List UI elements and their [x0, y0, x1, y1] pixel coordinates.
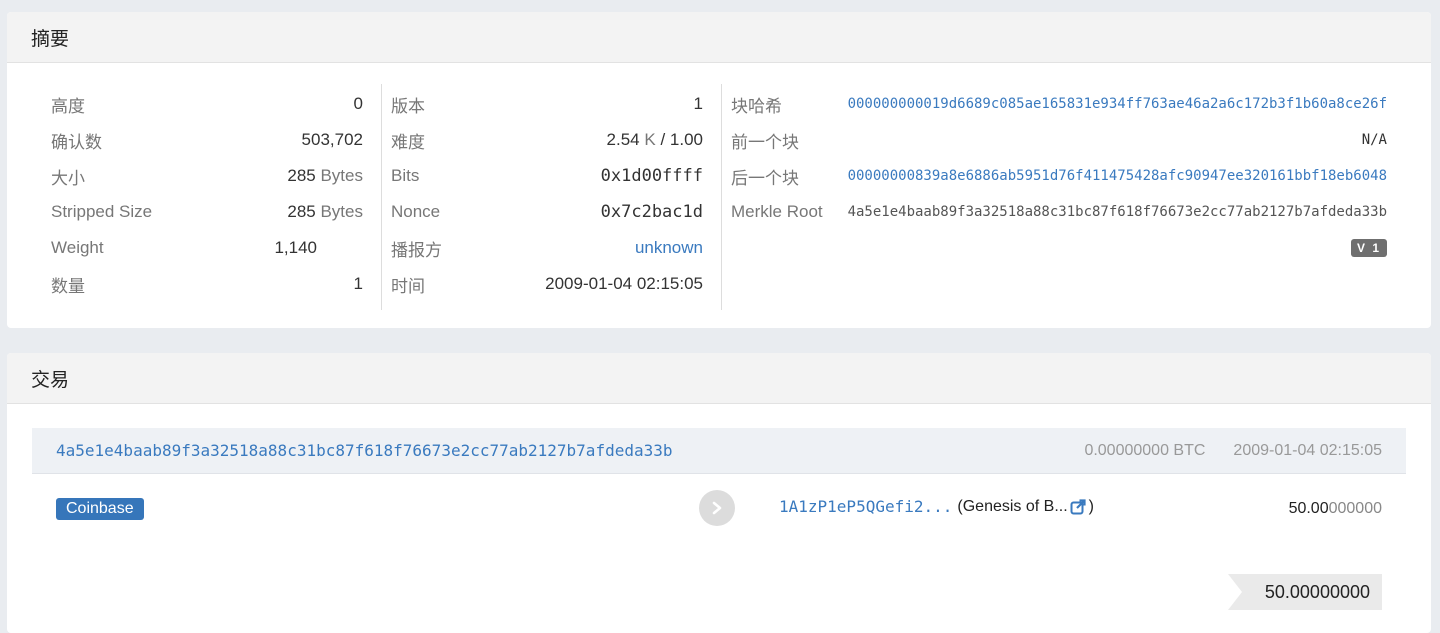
summary-panel: 摘要 高度 0 确认数 503,702 大小 285 Bytes Strippe…: [7, 12, 1431, 328]
bits-value: 0x1d00ffff: [600, 166, 703, 186]
chevron-right-icon: [699, 490, 735, 526]
difficulty-label: 难度: [391, 132, 425, 152]
next-block-label: 后一个块: [731, 168, 799, 188]
prev-block-row: 前一个块 N/A: [731, 122, 1387, 158]
confirmations-row: 确认数 503,702: [51, 122, 363, 158]
prev-block-value: N/A: [1361, 132, 1387, 148]
time-value: 2009-01-04 02:15:05: [545, 274, 703, 293]
bits-row: Bits 0x1d00ffff: [391, 158, 703, 194]
output-entry: 1A1zP1eP5QGefi2... (Genesis of B... ): [779, 497, 1094, 516]
summary-title: 摘要: [7, 12, 1431, 63]
merkle-root-value: 4a5e1e4baab89f3a32518a88c31bc87f618f7667…: [847, 204, 1387, 220]
block-hash-link[interactable]: 000000000019d6689c085ae165831e934ff763ae…: [848, 96, 1387, 112]
version-badge: V 1: [1350, 239, 1387, 257]
next-block-row: 后一个块 00000000839a8e6886ab5951d76f4114754…: [731, 158, 1387, 194]
output-address-link[interactable]: 1A1zP1eP5QGefi2...: [779, 497, 952, 516]
next-block-link[interactable]: 00000000839a8e6886ab5951d76f411475428afc…: [848, 168, 1387, 184]
transaction-header: 4a5e1e4baab89f3a32518a88c31bc87f618f7667…: [32, 428, 1406, 474]
height-label: 高度: [51, 96, 85, 116]
prev-block-label: 前一个块: [731, 132, 799, 152]
merkle-root-row: Merkle Root 4a5e1e4baab89f3a32518a88c31b…: [731, 194, 1387, 230]
summary-column-2: 版本 1 难度 2.54 K / 1.00 Bits 0x1d00ffff No…: [391, 86, 703, 302]
height-row: 高度 0: [51, 86, 363, 122]
transactions-panel: 交易 4a5e1e4baab89f3a32518a88c31bc87f618f7…: [7, 353, 1431, 633]
version-badge-row: V 1: [731, 230, 1387, 266]
time-row: 时间 2009-01-04 02:15:05: [391, 266, 703, 302]
output-tag-close: ): [1088, 497, 1094, 515]
transaction-time: 2009-01-04 02:15:05: [1233, 441, 1382, 459]
transaction-total: 50.00000000: [1228, 574, 1382, 610]
block-hash-row: 块哈希 000000000019d6689c085ae165831e934ff7…: [731, 86, 1387, 122]
output-tag: (Genesis of B...: [957, 497, 1068, 515]
output-value: 50.00000000: [1288, 500, 1382, 517]
stripped-size-label: Stripped Size: [51, 202, 153, 221]
height-value: 0: [353, 94, 363, 113]
weight-row: Weight 1,140: [51, 230, 363, 266]
transaction-hash-link[interactable]: 4a5e1e4baab89f3a32518a88c31bc87f618f7667…: [56, 441, 673, 460]
stripped-size-value: 285 Bytes: [287, 202, 363, 221]
column-divider: [381, 84, 382, 310]
coinbase-badge: Coinbase: [56, 498, 144, 520]
difficulty-row: 难度 2.54 K / 1.00: [391, 122, 703, 158]
merkle-root-label: Merkle Root: [731, 202, 823, 221]
stripped-size-row: Stripped Size 285 Bytes: [51, 194, 363, 230]
nonce-label: Nonce: [391, 202, 441, 221]
external-link-icon[interactable]: [1070, 498, 1086, 515]
tx-count-row: 数量 1: [51, 266, 363, 302]
version-row: 版本 1: [391, 86, 703, 122]
nonce-value: 0x7c2bac1d: [600, 202, 703, 222]
weight-label: Weight: [51, 238, 104, 257]
confirmations-label: 确认数: [51, 132, 102, 152]
relayed-by-label: 播报方: [391, 240, 442, 260]
tx-count-value: 1: [353, 274, 363, 293]
summary-column-1: 高度 0 确认数 503,702 大小 285 Bytes Stripped S…: [51, 86, 363, 302]
transaction-amount: 0.00000000 BTC: [1084, 441, 1206, 459]
size-label: 大小: [51, 168, 85, 188]
difficulty-value: 2.54 K / 1.00: [606, 130, 703, 149]
tx-count-label: 数量: [51, 276, 85, 296]
size-row: 大小 285 Bytes: [51, 158, 363, 194]
relayed-by-row: 播报方 unknown: [391, 230, 703, 266]
relayed-by-link[interactable]: unknown: [635, 238, 703, 258]
confirmations-value: 503,702: [301, 130, 363, 149]
weight-value: 1,140: [274, 238, 317, 257]
version-label: 版本: [391, 96, 425, 116]
nonce-row: Nonce 0x7c2bac1d: [391, 194, 703, 230]
size-value: 285 Bytes: [287, 166, 363, 185]
summary-column-3: 块哈希 000000000019d6689c085ae165831e934ff7…: [731, 86, 1387, 266]
column-divider: [721, 84, 722, 310]
version-value: 1: [693, 94, 703, 113]
time-label: 时间: [391, 276, 425, 296]
transactions-title: 交易: [7, 353, 1431, 404]
bits-label: Bits: [391, 166, 420, 185]
block-hash-label: 块哈希: [731, 96, 782, 116]
